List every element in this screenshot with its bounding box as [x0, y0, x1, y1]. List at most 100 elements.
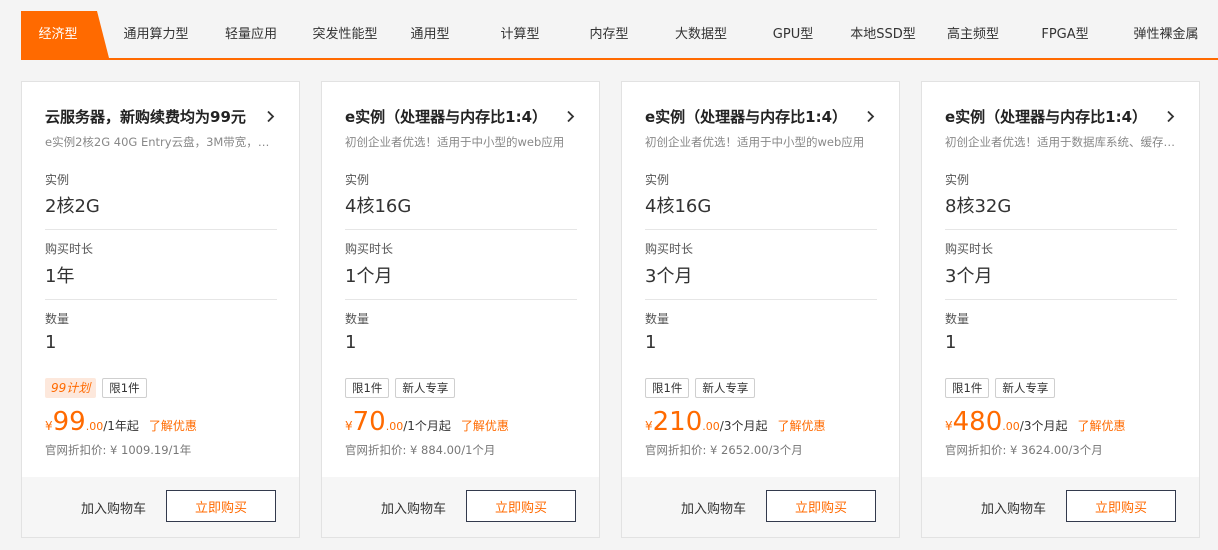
tab-burstable[interactable]: 突发性能型: [298, 11, 392, 58]
duration-value: 1个月: [345, 266, 393, 287]
tab-general-compute[interactable]: 通用算力型: [113, 11, 199, 58]
instance-label: 实例: [945, 173, 970, 187]
official-price: 官网折扣价: ¥ 884.00/1个月: [345, 443, 496, 457]
tab-gpu[interactable]: GPU型: [758, 11, 828, 58]
price-decimal: .00: [385, 420, 404, 433]
tag: 新人专享: [995, 378, 1056, 398]
divider: [45, 229, 277, 230]
product-card: e实例（处理器与内存比1:4） 初创企业者优选！适用于中小型的web应用 实例 …: [621, 81, 900, 538]
price-unit: /3个月起: [719, 419, 768, 433]
currency-symbol: ¥: [645, 419, 653, 433]
card-subtitle: e实例2核2G 40G Entry云盘，3M带宽，不限流量: [45, 135, 277, 149]
card-footer: 加入购物车 立即购买: [622, 477, 899, 537]
tab-bare-metal[interactable]: 弹性裸金属: [1116, 11, 1216, 58]
duration-label: 购买时长: [945, 242, 994, 256]
buy-now-button[interactable]: 立即购买: [1066, 490, 1176, 522]
chevron-right-icon[interactable]: [265, 110, 276, 123]
learn-discount-link[interactable]: 了解优惠: [149, 419, 197, 433]
price: ¥210.00/3个月起 了解优惠: [645, 407, 825, 437]
divider: [345, 229, 577, 230]
learn-discount-link[interactable]: 了解优惠: [461, 419, 509, 433]
tag-list: 限1件 新人专享: [645, 378, 756, 398]
tab-fpga[interactable]: FPGA型: [1028, 11, 1102, 58]
tab-local-ssd[interactable]: 本地SSD型: [843, 11, 923, 58]
add-to-cart-button[interactable]: 加入购物车: [681, 498, 746, 517]
duration-value: 3个月: [645, 266, 693, 287]
buy-now-button[interactable]: 立即购买: [466, 490, 576, 522]
quantity-label: 数量: [345, 312, 370, 326]
learn-discount-link[interactable]: 了解优惠: [777, 419, 825, 433]
chevron-right-icon[interactable]: [1165, 110, 1176, 123]
card-title[interactable]: e实例（处理器与内存比1:4）: [645, 106, 855, 127]
official-price: 官网折扣价: ¥ 3624.00/3个月: [945, 443, 1103, 457]
buy-now-button[interactable]: 立即购买: [166, 490, 276, 522]
duration-label: 购买时长: [645, 242, 694, 256]
tag: 限1件: [102, 378, 147, 398]
price-unit: /1年起: [103, 419, 139, 433]
tab-memory[interactable]: 内存型: [574, 11, 644, 58]
duration-label: 购买时长: [345, 242, 394, 256]
card-title[interactable]: 云服务器，新购续费均为99元: [45, 106, 255, 127]
divider: [45, 299, 277, 300]
duration-value: 1年: [45, 266, 75, 287]
chevron-right-icon[interactable]: [565, 110, 576, 123]
product-card: e实例（处理器与内存比1:4） 初创企业者优选！适用于数据库系统、缓存等场景 实…: [921, 81, 1200, 538]
tag: 限1件: [345, 378, 390, 398]
card-subtitle: 初创企业者优选！适用于中小型的web应用: [345, 135, 565, 149]
learn-discount-link[interactable]: 了解优惠: [1077, 419, 1125, 433]
price: ¥70.00/1个月起 了解优惠: [345, 407, 509, 437]
instance-label: 实例: [345, 173, 370, 187]
official-price: 官网折扣价: ¥ 2652.00/3个月: [645, 443, 803, 457]
quantity-label: 数量: [45, 312, 70, 326]
tab-economy[interactable]: 经济型: [21, 11, 109, 58]
buy-now-button[interactable]: 立即购买: [766, 490, 876, 522]
official-price: 官网折扣价: ¥ 1009.19/1年: [45, 443, 192, 457]
product-card: e实例（处理器与内存比1:4） 初创企业者优选！适用于中小型的web应用 实例 …: [321, 81, 600, 538]
promo-badge: 99计划: [45, 378, 97, 398]
instance-label: 实例: [45, 173, 70, 187]
add-to-cart-button[interactable]: 加入购物车: [381, 498, 446, 517]
divider: [345, 299, 577, 300]
tab-high-frequency[interactable]: 高主频型: [938, 11, 1008, 58]
quantity-label: 数量: [645, 312, 670, 326]
instance-value: 8核32G: [945, 196, 1012, 217]
price-decimal: .00: [85, 420, 104, 433]
instance-label: 实例: [645, 173, 670, 187]
tab-big-data[interactable]: 大数据型: [660, 11, 742, 58]
card-title[interactable]: e实例（处理器与内存比1:4）: [345, 106, 555, 127]
price-decimal: .00: [1002, 420, 1020, 433]
tag: 新人专享: [695, 378, 756, 398]
instance-value: 2核2G: [45, 196, 100, 217]
quantity-value: 1: [945, 332, 957, 353]
currency-symbol: ¥: [945, 419, 953, 433]
instance-type-tabs: 经济型 通用算力型 轻量应用 突发性能型 通用型 计算型 内存型 大数据型 GP…: [21, 11, 1218, 60]
quantity-value: 1: [645, 332, 657, 353]
quantity-value: 1: [345, 332, 357, 353]
duration-value: 3个月: [945, 266, 993, 287]
tab-compute[interactable]: 计算型: [485, 11, 555, 58]
card-footer: 加入购物车 立即购买: [22, 477, 299, 537]
price-unit: /1个月起: [403, 419, 451, 433]
tab-general-purpose[interactable]: 通用型: [395, 11, 465, 58]
tag-list: 限1件 新人专享: [945, 378, 1056, 398]
card-footer: 加入购物车 立即购买: [322, 477, 599, 537]
divider: [645, 299, 877, 300]
tag: 新人专享: [395, 378, 456, 398]
tag: 限1件: [645, 378, 690, 398]
tab-lightweight[interactable]: 轻量应用: [211, 11, 291, 58]
instance-value: 4核16G: [345, 196, 412, 217]
price-integer: 99: [52, 407, 86, 437]
currency-symbol: ¥: [45, 419, 53, 433]
add-to-cart-button[interactable]: 加入购物车: [981, 498, 1046, 517]
add-to-cart-button[interactable]: 加入购物车: [81, 498, 146, 517]
price: ¥480.00/3个月起 了解优惠: [945, 407, 1125, 437]
price-unit: /3个月起: [1019, 419, 1068, 433]
price-integer: 480: [952, 407, 1003, 437]
card-title[interactable]: e实例（处理器与内存比1:4）: [945, 106, 1155, 127]
product-card: 云服务器，新购续费均为99元 e实例2核2G 40G Entry云盘，3M带宽，…: [21, 81, 300, 538]
price-integer: 210: [652, 407, 703, 437]
tag: 限1件: [945, 378, 990, 398]
chevron-right-icon[interactable]: [865, 110, 876, 123]
divider: [645, 229, 877, 230]
duration-label: 购买时长: [45, 242, 94, 256]
